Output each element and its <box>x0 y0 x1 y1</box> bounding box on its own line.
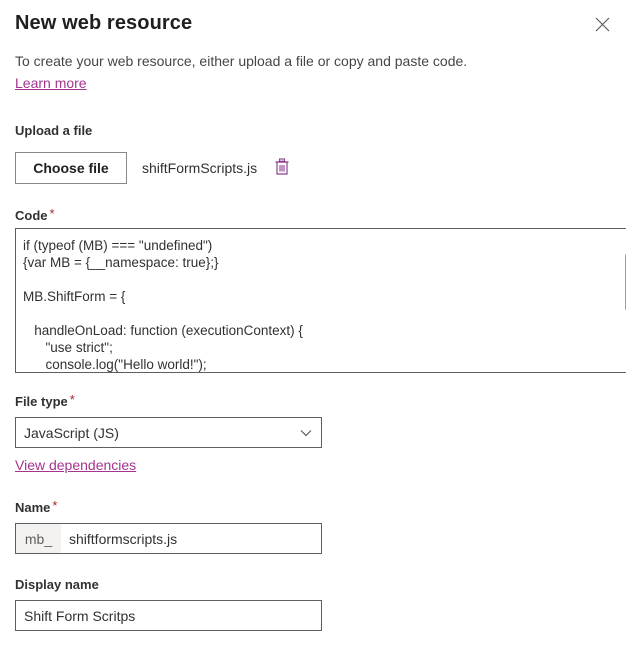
name-prefix: mb_ <box>16 524 61 553</box>
file-type-required-marker: * <box>69 392 75 407</box>
upload-file-row: Choose file shiftFormScripts.js <box>15 152 293 184</box>
choose-file-button[interactable]: Choose file <box>15 152 127 184</box>
new-web-resource-panel: New web resource To create your web reso… <box>0 0 626 650</box>
code-editor-content[interactable]: if (typeof (MB) === "undefined") {var MB… <box>23 237 611 372</box>
name-input[interactable] <box>61 524 321 553</box>
close-button[interactable] <box>586 8 618 40</box>
panel-subtitle: To create your web resource, either uplo… <box>15 53 468 69</box>
file-type-label: File type * <box>15 393 75 411</box>
code-label-text: Code <box>15 208 48 223</box>
display-name-field[interactable] <box>15 600 322 631</box>
display-name-label: Display name <box>15 577 99 592</box>
panel-header: New web resource To create your web reso… <box>15 10 626 93</box>
scroll-down-button[interactable] <box>622 353 626 370</box>
view-dependencies-link[interactable]: View dependencies <box>15 455 136 475</box>
name-field[interactable]: mb_ <box>15 523 322 554</box>
name-required-marker: * <box>52 498 58 513</box>
delete-file-button[interactable] <box>271 157 293 179</box>
page-title: New web resource <box>15 12 193 34</box>
code-required-marker: * <box>49 206 55 221</box>
scroll-up-button[interactable] <box>622 231 626 248</box>
name-label-text: Name <box>15 500 51 515</box>
file-type-label-text: File type <box>15 394 68 409</box>
close-icon <box>595 17 610 32</box>
code-editor[interactable]: if (typeof (MB) === "undefined") {var MB… <box>15 228 626 373</box>
file-type-selected-value: JavaScript (JS) <box>24 424 119 441</box>
learn-more-link[interactable]: Learn more <box>15 73 87 93</box>
trash-icon <box>274 157 290 179</box>
name-label: Name * <box>15 499 57 517</box>
chevron-down-icon <box>291 429 321 437</box>
code-label: Code * <box>15 207 55 225</box>
code-scrollbar[interactable] <box>621 229 626 372</box>
uploaded-file-name: shiftFormScripts.js <box>142 160 258 176</box>
display-name-input[interactable] <box>16 607 321 624</box>
upload-file-label: Upload a file <box>15 123 93 138</box>
file-type-dropdown[interactable]: JavaScript (JS) <box>15 417 322 448</box>
